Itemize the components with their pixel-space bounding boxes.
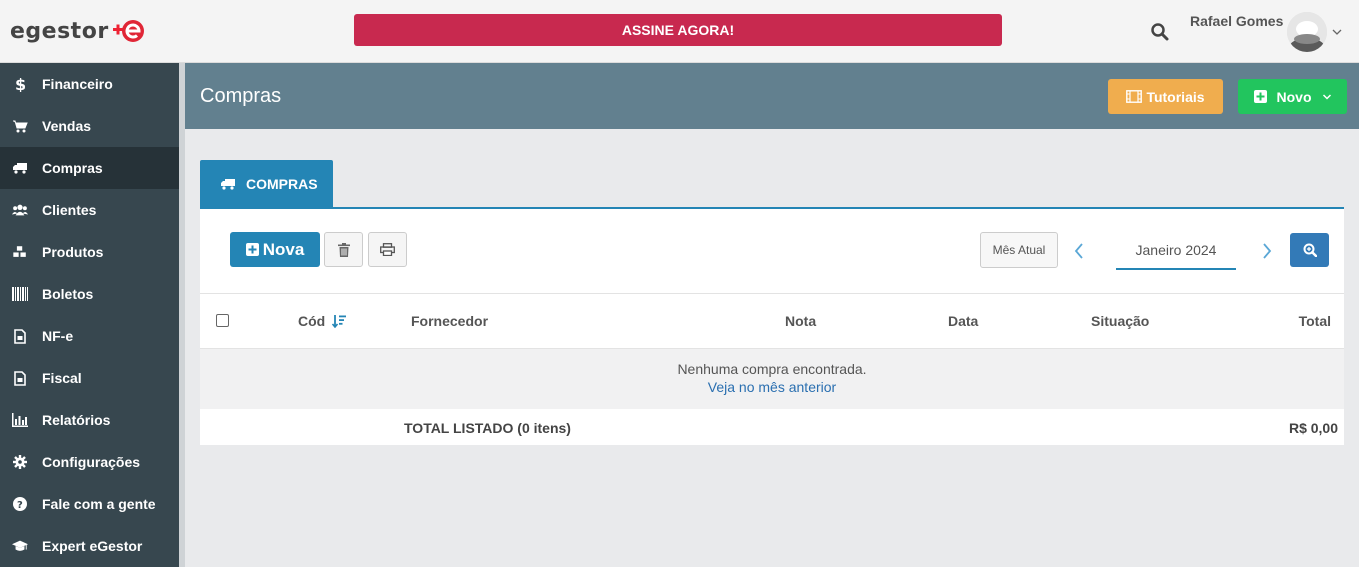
previous-month-link[interactable]: Veja no mês anterior [200,379,1344,395]
sidebar-item-produtos[interactable]: Produtos [0,231,179,273]
total-row: TOTAL LISTADO (0 itens) R$ 0,00 [200,409,1344,447]
sidebar-item-relatorios[interactable]: Relatórios [0,399,179,441]
subscribe-button[interactable]: ASSINE AGORA! [354,14,1002,46]
search-button[interactable] [1290,233,1329,267]
column-fornecedor[interactable]: Fornecedor [411,313,488,329]
zoom-icon [1303,243,1317,257]
top-bar: egestor ASSINE AGORA! Rafael Gomes [0,0,1359,63]
column-total[interactable]: Total [1299,313,1331,329]
sidebar-item-expert[interactable]: Expert eGestor [0,525,179,567]
plus-square-icon [1253,90,1267,103]
empty-message: Nenhuma compra encontrada. [677,361,867,377]
question-icon: ? [12,496,28,512]
logo-mark-icon [112,20,144,42]
avatar[interactable] [1287,12,1327,52]
sidebar-item-financeiro[interactable]: $ Financeiro [0,63,179,105]
column-codigo[interactable]: Cód [298,313,347,329]
plus-square-icon [245,243,259,256]
search-icon[interactable] [1150,22,1170,42]
chevron-down-icon [1322,93,1331,100]
sidebar-item-nfe[interactable]: NF-e [0,315,179,357]
sidebar-item-vendas[interactable]: Vendas [0,105,179,147]
select-all-checkbox[interactable] [216,314,229,327]
new-purchase-button[interactable]: Nova [230,232,320,267]
print-button[interactable] [368,232,407,267]
chevron-right-icon[interactable] [1260,241,1274,261]
user-name[interactable]: Rafael Gomes [1190,13,1283,29]
page-header: Compras Tutoriais Novo [185,63,1359,129]
svg-text:$: $ [15,76,26,92]
empty-state-row: Nenhuma compra encontrada. Veja no mês a… [200,349,1344,409]
tutorials-button[interactable]: Tutoriais [1108,79,1223,114]
cart-icon [12,118,28,134]
bar-chart-icon [12,412,28,428]
user-avatar-icon [1287,12,1327,52]
document-icon [12,328,28,344]
sidebar-gutter [179,63,185,567]
printer-icon [380,243,395,256]
chevron-down-icon[interactable] [1331,26,1343,38]
barcode-icon [12,286,28,302]
month-selector[interactable]: Janeiro 2024 [1116,232,1236,270]
total-label: TOTAL LISTADO (0 itens) [404,420,571,436]
dollar-icon: $ [12,76,28,92]
trash-icon [337,242,350,257]
column-situacao[interactable]: Situação [1091,313,1149,329]
tab-compras[interactable]: COMPRAS [200,160,333,207]
delete-button[interactable] [324,232,363,267]
page-title: Compras [200,85,282,107]
film-icon [1126,90,1143,103]
document-icon [12,370,28,386]
compras-panel: Nova Mês Atual Janeiro 2024 Cód Forneced… [200,207,1344,445]
users-icon [12,202,28,218]
new-dropdown-button[interactable]: Novo [1238,79,1347,114]
truck-icon [12,160,28,176]
sidebar-item-boletos[interactable]: Boletos [0,273,179,315]
column-data[interactable]: Data [948,313,978,329]
cubes-icon [12,244,28,260]
sidebar-item-compras[interactable]: Compras [0,147,179,189]
sort-icon [331,315,347,329]
gear-icon [12,454,28,470]
table-header: Cód Fornecedor Nota Data Situação Total [200,293,1344,349]
egestor-logo[interactable]: egestor [10,14,145,48]
sidebar-item-fale-conosco[interactable]: ? Fale com a gente [0,483,179,525]
current-month-button[interactable]: Mês Atual [980,232,1058,268]
svg-text:?: ? [17,500,23,511]
sidebar: $ Financeiro Vendas Compras Clientes Pro… [0,63,179,567]
chevron-left-icon[interactable] [1072,241,1086,261]
truck-icon [221,178,235,190]
sidebar-item-fiscal[interactable]: Fiscal [0,357,179,399]
sidebar-item-configuracoes[interactable]: Configurações [0,441,179,483]
column-nota[interactable]: Nota [785,313,816,329]
sidebar-item-clientes[interactable]: Clientes [0,189,179,231]
total-value: R$ 0,00 [1288,420,1338,436]
graduation-cap-icon [12,538,28,554]
